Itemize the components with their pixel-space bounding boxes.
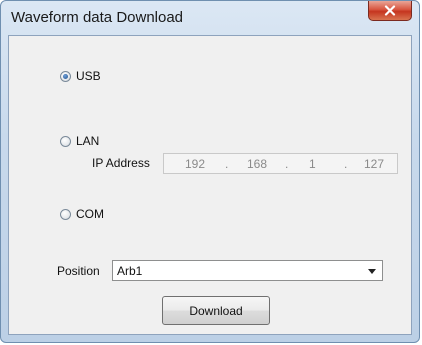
radio-button[interactable] <box>60 70 71 82</box>
radio-label: COM <box>76 207 104 221</box>
ip-dot: . <box>285 157 289 171</box>
radio-com[interactable]: COM <box>60 207 104 221</box>
chevron-down-icon[interactable] <box>368 269 376 274</box>
close-icon <box>384 5 396 16</box>
radio-label: LAN <box>76 134 100 148</box>
position-select[interactable]: Arb1 <box>112 260 383 281</box>
position-value: Arb1 <box>117 264 143 278</box>
radio-button[interactable] <box>60 208 71 220</box>
ip-octet-1[interactable]: 192 <box>185 157 205 171</box>
radio-lan[interactable]: LAN <box>60 134 99 148</box>
window-title: Waveform data Download <box>11 9 184 26</box>
radio-button[interactable] <box>60 135 71 147</box>
close-button[interactable] <box>368 1 412 21</box>
download-button[interactable]: Download <box>162 296 270 325</box>
ip-octet-4[interactable]: 127 <box>364 157 384 171</box>
ip-dot: . <box>344 157 348 171</box>
title-bar[interactable]: Waveform data Download <box>1 1 419 35</box>
dialog-window: Waveform data Download USB LAN IP Addres… <box>0 0 420 343</box>
ip-address-label: IP Address <box>92 156 150 170</box>
radio-label: USB <box>76 69 101 83</box>
position-label: Position <box>57 264 100 278</box>
ip-octet-2[interactable]: 168 <box>247 157 267 171</box>
radio-usb[interactable]: USB <box>60 69 101 83</box>
ip-octet-3[interactable]: 1 <box>309 157 316 171</box>
ip-address-field[interactable]: 192 . 168 . 1 . 127 <box>163 153 398 174</box>
ip-dot: . <box>225 157 229 171</box>
dialog-body: USB LAN IP Address 192 . 168 . 1 . 127 C… <box>8 35 412 335</box>
